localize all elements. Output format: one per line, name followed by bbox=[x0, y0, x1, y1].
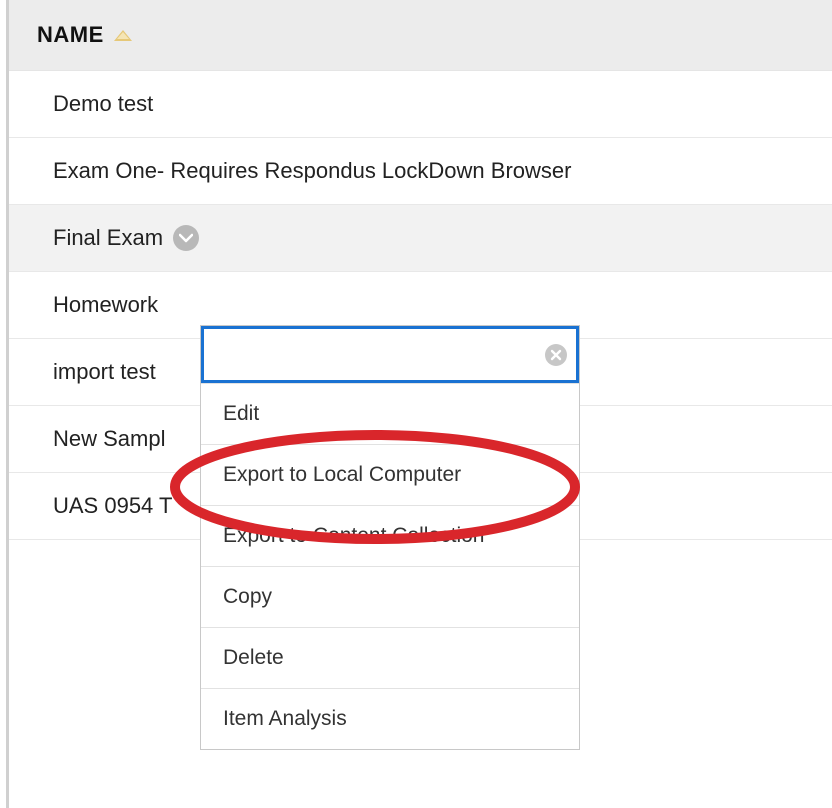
close-icon bbox=[550, 349, 562, 361]
menu-item-edit[interactable]: Edit bbox=[201, 383, 579, 444]
row-label: import test bbox=[53, 359, 156, 384]
row-options-button[interactable] bbox=[173, 225, 199, 251]
column-header-name[interactable]: NAME bbox=[9, 0, 832, 71]
column-header-label: NAME bbox=[37, 22, 104, 48]
menu-item-copy[interactable]: Copy bbox=[201, 566, 579, 627]
menu-item-item-analysis[interactable]: Item Analysis bbox=[201, 688, 579, 749]
row-label: Homework bbox=[53, 292, 158, 317]
sort-ascending-icon bbox=[114, 30, 132, 41]
row-label: UAS 0954 T bbox=[53, 493, 172, 518]
table-row[interactable]: Exam One- Requires Respondus LockDown Br… bbox=[9, 138, 832, 205]
table-row-selected[interactable]: Final Exam bbox=[9, 205, 832, 272]
context-menu: Edit Export to Local Computer Export to … bbox=[200, 325, 580, 750]
row-label: Demo test bbox=[53, 91, 153, 116]
clear-search-button[interactable] bbox=[545, 344, 567, 366]
row-label: Exam One- Requires Respondus LockDown Br… bbox=[53, 158, 571, 183]
row-label: New Sampl bbox=[53, 426, 165, 451]
menu-item-delete[interactable]: Delete bbox=[201, 627, 579, 688]
row-label: Final Exam bbox=[53, 225, 163, 251]
menu-search-input[interactable] bbox=[201, 326, 579, 383]
table-row[interactable]: Demo test bbox=[9, 71, 832, 138]
menu-item-export-local[interactable]: Export to Local Computer bbox=[201, 444, 579, 505]
menu-item-export-content-collection[interactable]: Export to Content Collection bbox=[201, 505, 579, 566]
chevron-down-icon bbox=[179, 233, 193, 243]
